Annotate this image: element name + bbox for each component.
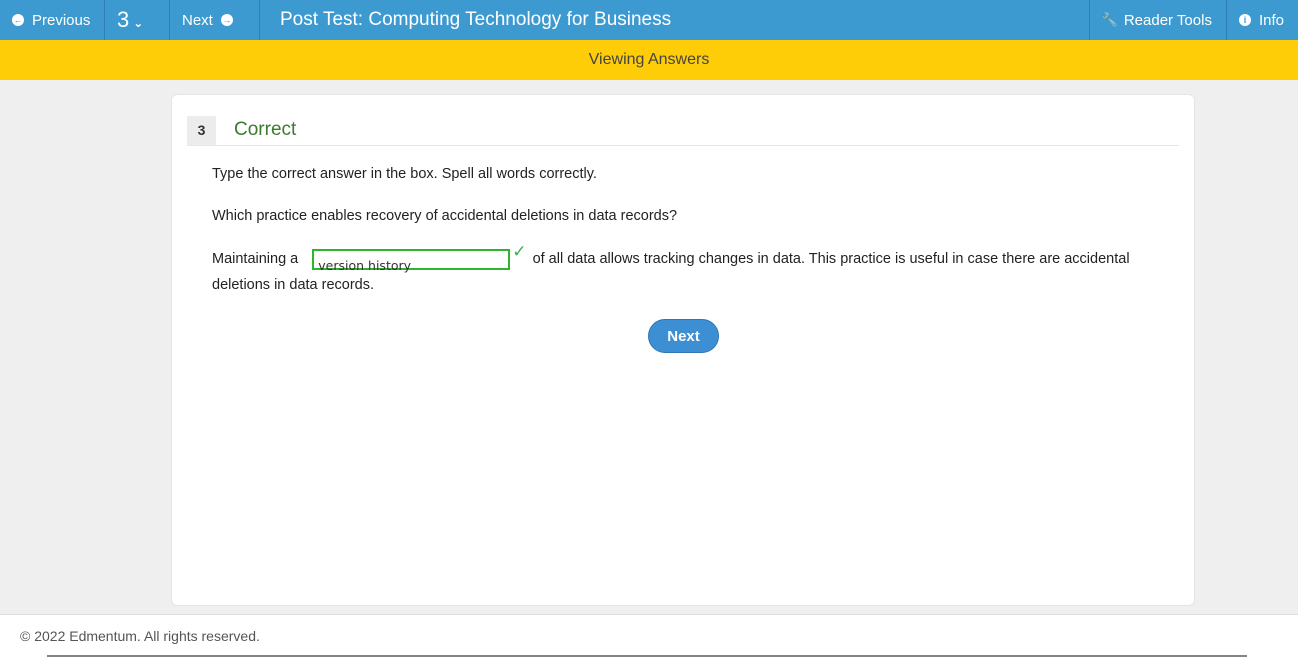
top-navigation-bar: ← Previous 3 ⌄ Next → Post Test: Computi… <box>0 0 1298 40</box>
question-number-badge: 3 <box>187 115 216 145</box>
question-instruction: Type the correct answer in the box. Spel… <box>212 166 597 182</box>
info-circle-icon: i <box>1238 14 1251 26</box>
question-card: 3 Correct Type the correct answer in the… <box>171 94 1195 606</box>
question-body: Type the correct answer in the box. Spel… <box>212 161 1152 298</box>
reader-tools-label: Reader Tools <box>1123 11 1212 29</box>
copyright-text: © 2022 Edmentum. All rights reserved. <box>20 628 260 644</box>
answer-sentence: Maintaining a version history✓ of all da… <box>212 242 1152 298</box>
question-number-dropdown[interactable]: 3 ⌄ <box>105 0 170 40</box>
info-label: Info <box>1258 11 1284 29</box>
question-header: 3 Correct <box>187 115 1179 146</box>
nav-right-group: 🔧 Reader Tools i Info <box>1088 0 1298 40</box>
next-nav-button[interactable]: Next → <box>170 0 260 40</box>
reader-tools-button[interactable]: 🔧 Reader Tools <box>1088 0 1226 40</box>
arrow-right-circle-icon: → <box>220 14 233 26</box>
next-nav-label: Next <box>182 11 213 29</box>
viewing-answers-banner: Viewing Answers <box>0 40 1298 80</box>
question-prompt: Which practice enables recovery of accid… <box>212 208 678 224</box>
chevron-down-icon: ⌄ <box>133 16 144 30</box>
sentence-before: Maintaining a <box>212 251 299 267</box>
next-button[interactable]: Next <box>648 319 719 353</box>
banner-text: Viewing Answers <box>588 51 710 68</box>
footer: © 2022 Edmentum. All rights reserved. <box>0 614 1298 657</box>
previous-button[interactable]: ← Previous <box>0 0 105 40</box>
answer-field[interactable]: version history <box>312 248 511 273</box>
info-button[interactable]: i Info <box>1225 0 1298 40</box>
previous-label: Previous <box>32 11 91 29</box>
question-number-label: 3 <box>117 7 130 32</box>
arrow-left-circle-icon: ← <box>12 14 24 26</box>
page-title: Post Test: Computing Technology for Busi… <box>280 9 672 30</box>
question-status: Correct <box>234 119 297 140</box>
checkmark-icon: ✓ <box>512 242 527 261</box>
wrench-icon: 🔧 <box>1101 12 1119 27</box>
